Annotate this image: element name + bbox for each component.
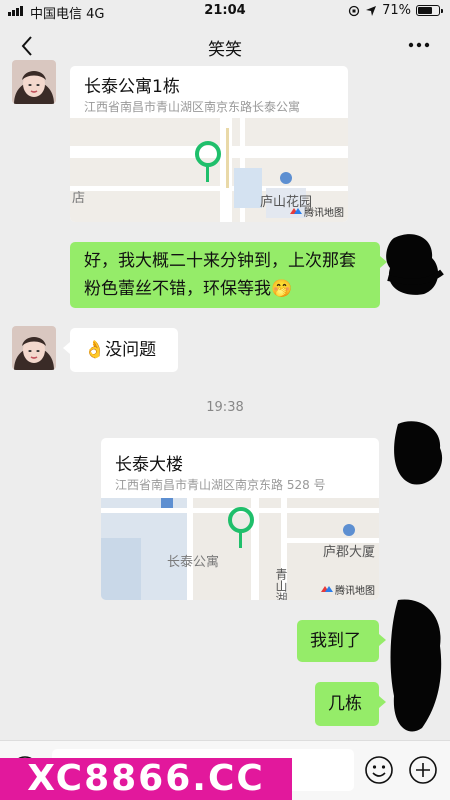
location-card[interactable]: 长泰公寓1栋 江西省南昌市青山湖区南京东路长泰公寓 店 庐山花园 腾讯地图 [70, 66, 348, 222]
location-address: 江西省南昌市青山湖区南京东路 528 号 [115, 478, 326, 492]
contact-avatar[interactable] [12, 60, 56, 104]
outgoing-message[interactable]: 好，我大概二十来分钟到，上次那套粉色蕾丝不错，环保等我🤭 [70, 242, 387, 308]
chat-title: 笑笑 [208, 40, 242, 60]
location-name: 长泰大楼 [115, 455, 183, 475]
more-options-icon[interactable] [406, 33, 432, 57]
incoming-message[interactable]: 👌没问题 [63, 328, 178, 372]
map-label-edge: 店 [72, 191, 85, 206]
contact-avatar[interactable] [12, 326, 56, 370]
map-brand: 腾讯地图 [335, 584, 375, 597]
status-bar: 中国电信 4G 21:04 71% [0, 0, 450, 24]
redaction-scribble [386, 234, 444, 295]
location-address: 江西省南昌市青山湖区南京东路长泰公寓 [84, 100, 301, 114]
emoji-icon[interactable] [364, 755, 394, 785]
message-timestamp: 19:38 [206, 400, 244, 415]
location-name: 长泰公寓1栋 [84, 77, 180, 97]
location-arrow-icon [366, 5, 377, 16]
outgoing-message[interactable]: 我到了 [297, 620, 386, 662]
outgoing-message[interactable]: 几栋 [315, 682, 386, 726]
map-label-place2: 庐郡大厦 [323, 545, 375, 560]
battery-icon [416, 5, 443, 16]
location-map: 长泰公寓 庐郡大厦 青山湖 腾讯地图 [101, 498, 379, 600]
chat-header: 笑笑 [0, 24, 450, 68]
location-map: 店 庐山花园 腾讯地图 [70, 118, 348, 222]
redaction-scribble [394, 421, 443, 485]
map-label-place: 长泰公寓 [167, 554, 219, 570]
plus-icon[interactable] [408, 755, 438, 785]
location-card[interactable]: 长泰大楼 江西省南昌市青山湖区南京东路 528 号 长泰公寓 庐郡大厦 青山湖 … [101, 438, 379, 600]
battery-percent: 71% [382, 3, 411, 18]
map-label-road: 青山湖 [274, 568, 288, 600]
redaction-scribble [390, 599, 442, 732]
watermark-banner: XC8866.CC [0, 758, 292, 800]
map-brand: 腾讯地图 [304, 206, 344, 219]
rotation-lock-icon [348, 5, 360, 16]
